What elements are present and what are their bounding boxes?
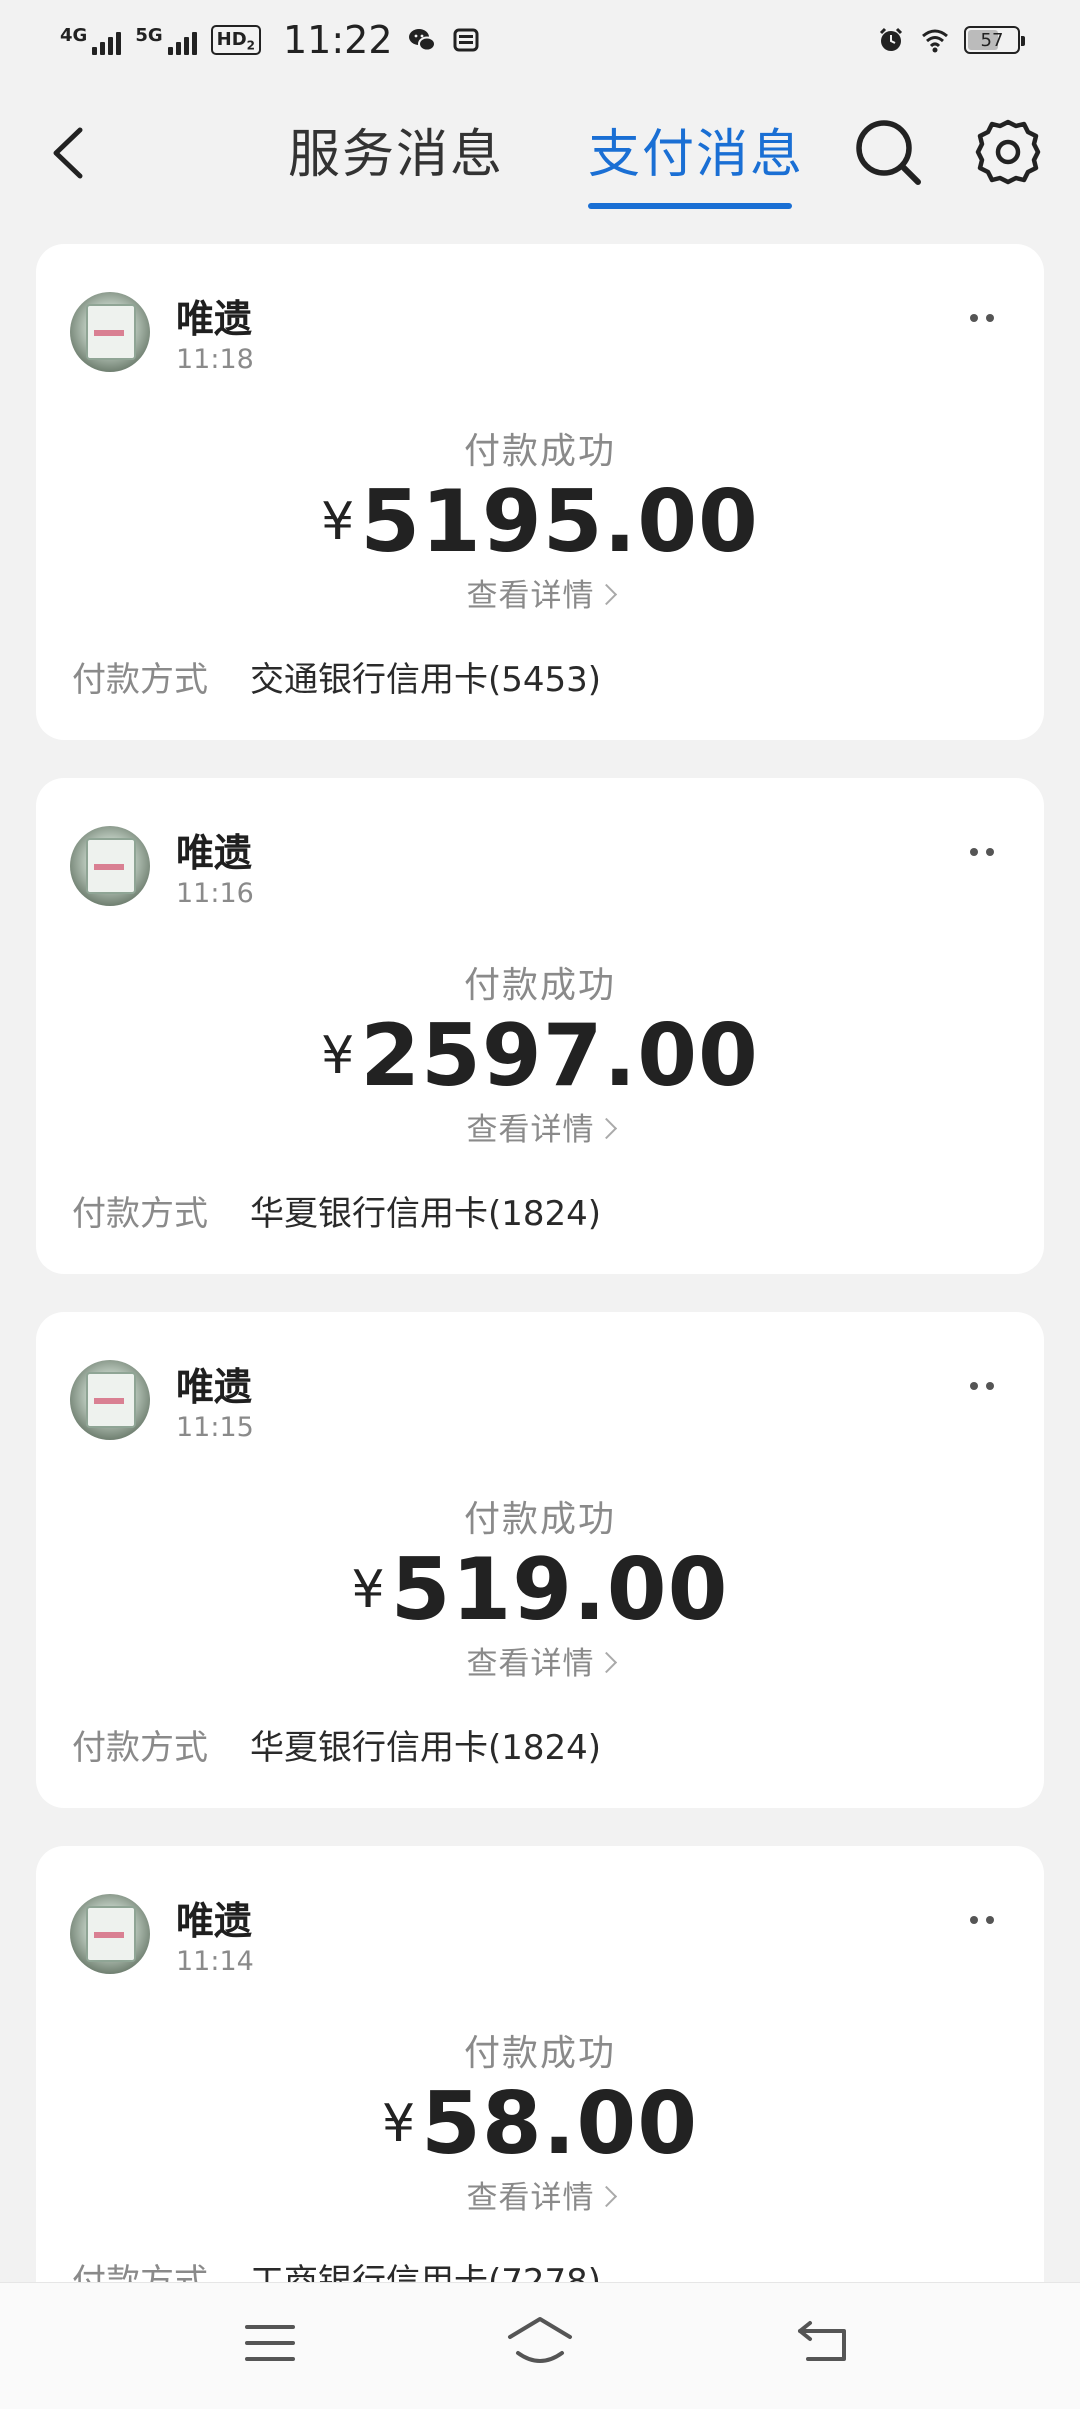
payment-message-list: 唯遗 11:18 付款成功 ¥5195.00 查看详情 付款方式 交通银行信用卡…: [36, 244, 1044, 2380]
avatar[interactable]: [70, 1360, 150, 1440]
payment-status: 付款成功: [463, 431, 616, 472]
payment-amount: ¥58.00: [36, 2074, 1044, 2174]
view-details-label: 查看详情: [466, 2180, 595, 2216]
back-arrow-icon[interactable]: [796, 2317, 850, 2365]
currency-symbol: ¥: [381, 2094, 416, 2154]
payment-method-value: 交通银行信用卡(5453): [250, 660, 602, 700]
payment-status: 付款成功: [463, 965, 616, 1006]
sender-name: 唯遗: [176, 831, 253, 875]
view-details-link[interactable]: 查看详情: [36, 570, 1044, 615]
currency-symbol: ¥: [321, 492, 355, 552]
chevron-right-icon: [595, 2185, 617, 2208]
message-time: 11:14: [176, 1946, 254, 1977]
chevron-right-icon: [595, 1651, 617, 1674]
search-icon[interactable]: [850, 114, 926, 190]
gear-icon[interactable]: [972, 116, 1044, 188]
payment-status: 付款成功: [463, 1499, 616, 1540]
currency-symbol: ¥: [351, 1560, 385, 1620]
message-time: 11:16: [176, 878, 254, 909]
back-icon[interactable]: [42, 118, 102, 188]
sender-name: 唯遗: [176, 297, 253, 341]
network-type-1: 4G: [60, 25, 88, 46]
menu-icon[interactable]: [244, 2321, 296, 2365]
payment-method-label: 付款方式: [72, 1728, 208, 1768]
chevron-right-icon: [595, 583, 617, 606]
header: 服务消息 支付消息: [0, 90, 1080, 220]
avatar[interactable]: [70, 292, 150, 372]
payment-amount: ¥519.00: [36, 1540, 1044, 1640]
payment-method-value: 华夏银行信用卡(1824): [250, 1194, 602, 1234]
view-details-link[interactable]: 查看详情: [36, 1104, 1044, 1149]
more-dots-icon[interactable]: [962, 1376, 1002, 1396]
message-time: 11:18: [176, 344, 254, 375]
battery-icon: 57: [964, 26, 1025, 54]
avatar[interactable]: [70, 1894, 150, 1974]
payment-method-value: 华夏银行信用卡(1824): [250, 1728, 602, 1768]
payment-message-card[interactable]: 唯遗 11:18 付款成功 ¥5195.00 查看详情 付款方式 交通银行信用卡…: [36, 244, 1044, 740]
system-navigation-bar: [0, 2282, 1080, 2409]
status-bar: 4G 5G HD2 11:22 57: [0, 0, 1080, 80]
home-icon[interactable]: [506, 2313, 574, 2369]
active-tab-indicator: [588, 203, 792, 209]
view-details-link[interactable]: 查看详情: [36, 1638, 1044, 1683]
payment-status: 付款成功: [463, 2033, 616, 2074]
view-details-link[interactable]: 查看详情: [36, 2172, 1044, 2217]
wifi-icon: [922, 29, 948, 53]
currency-symbol: ¥: [321, 1026, 355, 1086]
status-bar-right: 57: [876, 25, 1025, 55]
signal-5g-icon: 5G: [135, 25, 197, 55]
amount-value: 2597.00: [360, 1006, 759, 1106]
signal-4g-icon: 4G: [60, 25, 122, 55]
payment-message-card[interactable]: 唯遗 11:14 付款成功 ¥58.00 查看详情 付款方式 工商银行信用卡(7…: [36, 1846, 1044, 2342]
amount-value: 58.00: [421, 2074, 699, 2174]
tab-payment-messages[interactable]: 支付消息: [588, 112, 804, 202]
card-icon: [453, 28, 479, 52]
sender-name: 唯遗: [176, 1365, 253, 1409]
chevron-right-icon: [595, 1117, 617, 1140]
tab-service-messages[interactable]: 服务消息: [288, 112, 504, 202]
more-dots-icon[interactable]: [962, 842, 1002, 862]
status-bar-left: 4G 5G HD2 11:22: [60, 18, 481, 62]
battery-level: 57: [980, 29, 1004, 51]
payment-amount: ¥5195.00: [36, 472, 1044, 572]
avatar[interactable]: [70, 826, 150, 906]
more-dots-icon[interactable]: [962, 1910, 1002, 1930]
amount-value: 5195.00: [360, 472, 759, 572]
view-details-label: 查看详情: [466, 1112, 595, 1148]
clock: 11:22: [283, 18, 393, 62]
payment-message-card[interactable]: 唯遗 11:15 付款成功 ¥519.00 查看详情 付款方式 华夏银行信用卡(…: [36, 1312, 1044, 1808]
view-details-label: 查看详情: [466, 578, 595, 614]
payment-method-label: 付款方式: [72, 1194, 208, 1234]
alarm-icon: [879, 27, 903, 51]
message-time: 11:15: [176, 1412, 254, 1443]
view-details-label: 查看详情: [466, 1646, 595, 1682]
payment-message-card[interactable]: 唯遗 11:16 付款成功 ¥2597.00 查看详情 付款方式 华夏银行信用卡…: [36, 778, 1044, 1274]
network-type-2: 5G: [135, 25, 163, 46]
wechat-icon: [408, 29, 436, 52]
amount-value: 519.00: [390, 1540, 729, 1640]
payment-method-label: 付款方式: [72, 660, 208, 700]
hd-icon: HD2: [210, 25, 261, 55]
payment-amount: ¥2597.00: [36, 1006, 1044, 1106]
sender-name: 唯遗: [176, 1899, 253, 1943]
more-dots-icon[interactable]: [962, 308, 1002, 328]
